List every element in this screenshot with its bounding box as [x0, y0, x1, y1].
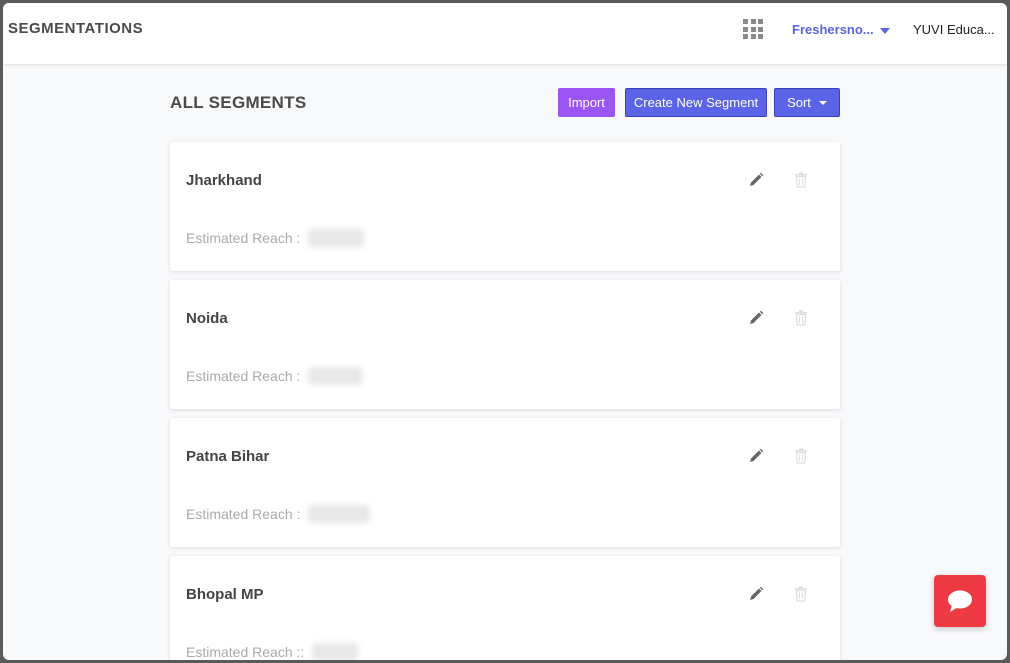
- pencil-icon[interactable]: [748, 448, 764, 464]
- segment-name[interactable]: Noida: [186, 310, 228, 327]
- section-title: ALL SEGMENTS: [170, 93, 307, 112]
- trash-icon[interactable]: [794, 310, 808, 326]
- segment-card: Patna Bihar Estimated Reach : ██████: [170, 418, 840, 547]
- reach-label: Estimated Reach :: [186, 230, 301, 246]
- trash-icon[interactable]: [794, 172, 808, 188]
- estimated-reach: Estimated Reach : █████: [186, 367, 363, 385]
- segment-name[interactable]: Jharkhand: [186, 172, 262, 189]
- reach-label: Estimated Reach :: [186, 506, 301, 522]
- reach-value: ████: [312, 643, 359, 660]
- reach-value: █████: [308, 229, 365, 247]
- chevron-down-icon: [879, 27, 890, 34]
- org-name[interactable]: YUVI Educa...: [913, 22, 995, 37]
- reach-value: ██████: [308, 505, 371, 523]
- account-name: Freshersno...: [792, 22, 874, 37]
- reach-label: Estimated Reach :: [186, 368, 301, 384]
- segment-card: Noida Estimated Reach : █████: [170, 280, 840, 409]
- chat-button[interactable]: [934, 575, 986, 627]
- caret-down-icon: [818, 100, 827, 105]
- reach-value: █████: [308, 367, 363, 385]
- app-window: SEGMENTATIONS Freshersno... YUVI Educa..…: [3, 3, 1007, 660]
- trash-icon[interactable]: [794, 586, 808, 602]
- import-button[interactable]: Import: [558, 88, 615, 117]
- pencil-icon[interactable]: [748, 310, 764, 326]
- segment-name[interactable]: Bhopal MP: [186, 586, 264, 603]
- account-switcher[interactable]: Freshersno...: [792, 22, 890, 37]
- top-bar: SEGMENTATIONS Freshersno... YUVI Educa..…: [3, 3, 1007, 65]
- create-segment-button[interactable]: Create New Segment: [625, 88, 767, 117]
- segment-name[interactable]: Patna Bihar: [186, 448, 269, 465]
- chat-bubble-icon: [948, 590, 972, 612]
- estimated-reach: Estimated Reach :: ████: [186, 643, 359, 660]
- segment-card: Jharkhand Estimated Reach : █████: [170, 142, 840, 271]
- trash-icon[interactable]: [794, 448, 808, 464]
- estimated-reach: Estimated Reach : ██████: [186, 505, 371, 523]
- estimated-reach: Estimated Reach : █████: [186, 229, 365, 247]
- reach-label: Estimated Reach ::: [186, 644, 305, 660]
- sort-button[interactable]: Sort: [774, 88, 840, 117]
- page-title: SEGMENTATIONS: [8, 20, 144, 37]
- pencil-icon[interactable]: [748, 172, 764, 188]
- apps-grid-icon[interactable]: [743, 19, 763, 39]
- sort-label: Sort: [787, 95, 811, 110]
- segment-card: Bhopal MP Estimated Reach :: ████: [170, 556, 840, 660]
- pencil-icon[interactable]: [748, 586, 764, 602]
